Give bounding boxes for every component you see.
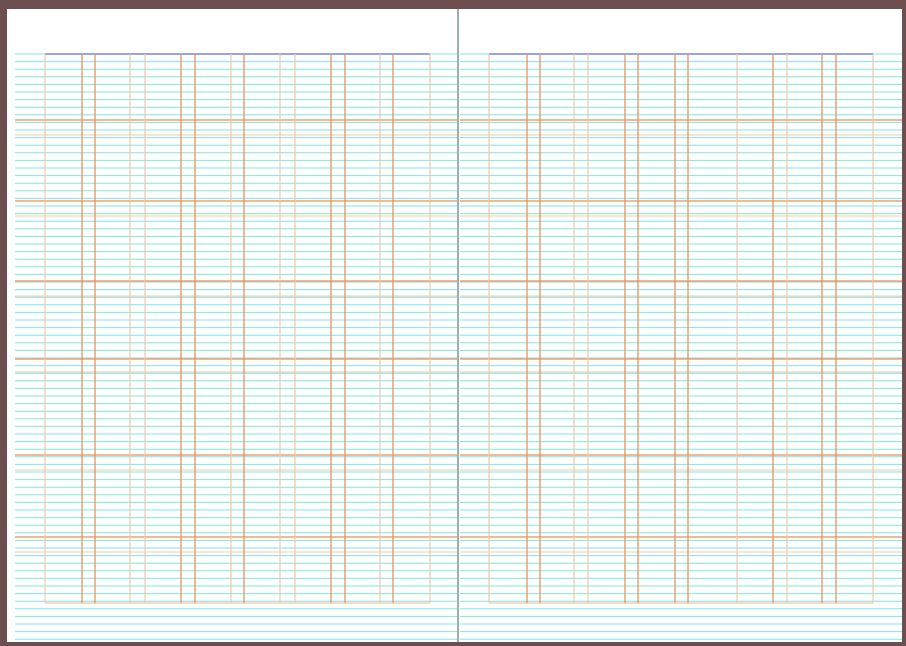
ledger-spread bbox=[0, 0, 906, 646]
paper bbox=[7, 9, 902, 642]
